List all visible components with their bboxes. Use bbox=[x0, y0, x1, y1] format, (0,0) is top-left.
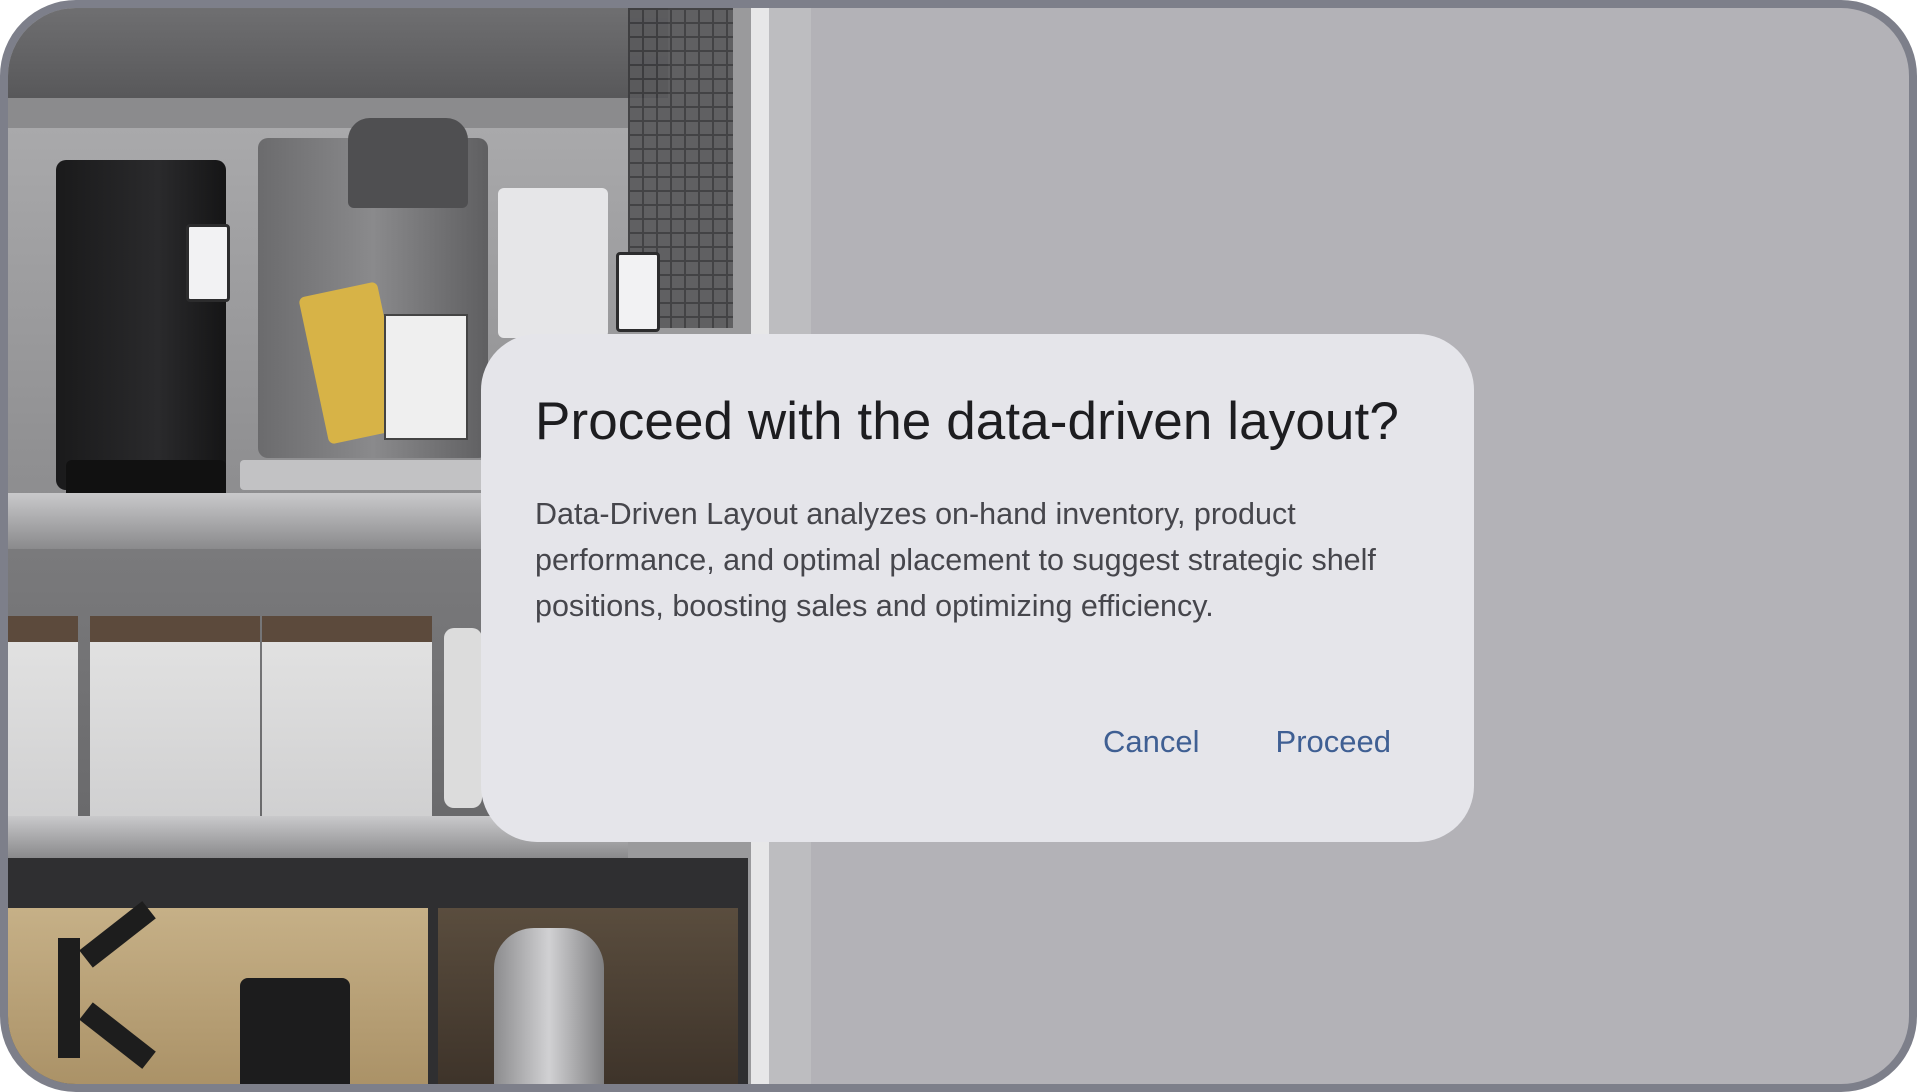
product-box bbox=[8, 616, 78, 826]
brand-logo-graphic bbox=[58, 938, 148, 1058]
silver-coffee-maker bbox=[494, 928, 604, 1084]
dialog-actions: Cancel Proceed bbox=[1103, 722, 1391, 762]
dialog-title: Proceed with the data-driven layout? bbox=[535, 392, 1399, 451]
product-box bbox=[262, 616, 432, 826]
shelf-top-lip bbox=[8, 98, 628, 128]
display-base-tray bbox=[240, 460, 500, 490]
device-frame: Proceed with the data-driven layout? Dat… bbox=[0, 0, 1917, 1092]
shelf-info-card bbox=[384, 314, 468, 440]
price-tag bbox=[616, 252, 660, 332]
water-reservoir bbox=[348, 118, 468, 208]
shelf-top bbox=[8, 8, 668, 98]
dialog-body-text: Data-Driven Layout analyzes on-hand inve… bbox=[535, 496, 1376, 623]
price-tag bbox=[186, 224, 230, 302]
confirm-dialog: Proceed with the data-driven layout? Dat… bbox=[481, 334, 1474, 842]
black-coffee-maker bbox=[56, 160, 226, 500]
product-box bbox=[90, 616, 260, 826]
mini-coffee-maker bbox=[240, 978, 350, 1084]
product-bottle bbox=[444, 628, 482, 808]
cancel-button[interactable]: Cancel bbox=[1103, 722, 1200, 762]
proceed-button[interactable]: Proceed bbox=[1276, 722, 1391, 762]
white-display-box bbox=[498, 188, 608, 338]
